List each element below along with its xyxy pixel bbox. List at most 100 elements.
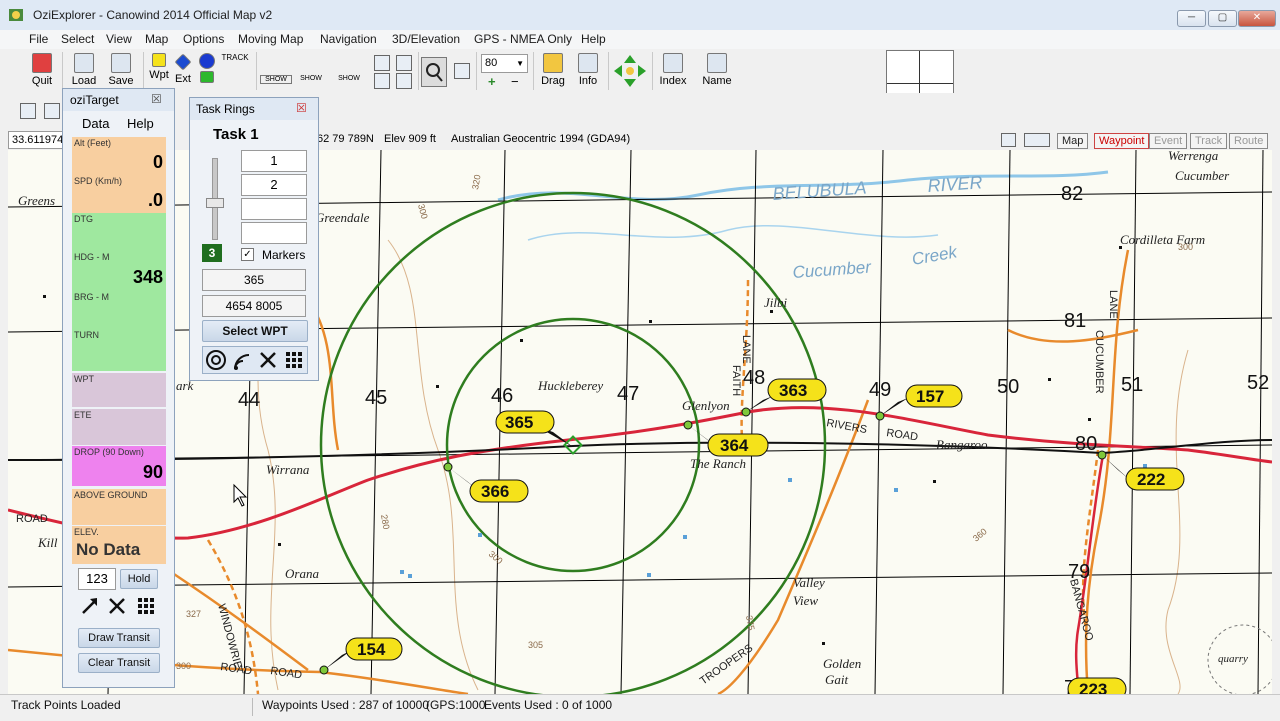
drag-button[interactable]: Drag <box>538 53 568 87</box>
field-label: DTG <box>74 214 93 224</box>
mouse-cursor-icon <box>233 483 248 507</box>
zoom-out-button[interactable]: − <box>511 74 519 89</box>
show-track-button[interactable]: SHOW <box>260 75 292 84</box>
ext-label: Ext <box>175 73 191 85</box>
menu-file[interactable]: File <box>29 32 48 46</box>
select-wpt-button[interactable]: Select WPT <box>202 320 308 342</box>
menu-3d-elevation[interactable]: 3D/Elevation <box>392 32 460 46</box>
ring-radius-2[interactable]: 2 <box>241 174 307 196</box>
menu-gps[interactable]: GPS - NMEA Only <box>474 32 572 46</box>
toolbar-separator <box>418 52 419 90</box>
waypoint-223[interactable]: 223 <box>1067 677 1127 694</box>
grid-reference-field[interactable]: 4654 8005 <box>202 295 306 317</box>
ring-radius-3[interactable] <box>241 198 307 220</box>
status-gps: (GPS:1000 <box>426 698 486 712</box>
mode-route[interactable]: Route <box>1229 133 1269 149</box>
waypoint-marker-icon <box>319 665 329 675</box>
mode-waypoint[interactable]: Waypoint <box>1094 133 1150 149</box>
menu-select[interactable]: Select <box>61 32 94 46</box>
wpt-button[interactable]: Wpt <box>148 53 170 81</box>
contour-label: 300 <box>487 549 505 566</box>
arrow-tool-icon[interactable] <box>79 595 101 617</box>
event-icon <box>199 53 215 69</box>
close-icon[interactable]: ☒ <box>151 92 162 106</box>
ring-radius-4[interactable] <box>241 222 307 244</box>
value-input[interactable]: 123 <box>78 568 116 590</box>
track-button[interactable]: TRACK <box>220 53 250 62</box>
ozi-menu-data[interactable]: Data <box>82 116 109 131</box>
field-label: Alt (Feet) <box>74 138 112 148</box>
keypad-icon[interactable] <box>283 349 305 371</box>
save-view-icon[interactable] <box>1024 133 1050 147</box>
ozi-menu-help[interactable]: Help <box>127 116 154 131</box>
road-label: LANE <box>1107 290 1119 319</box>
hold-button[interactable]: Hold <box>120 569 158 589</box>
window-zoom-icon[interactable] <box>454 63 470 79</box>
zoom-tool-button[interactable] <box>421 57 447 87</box>
show-routes-button[interactable]: SHOW <box>334 75 364 82</box>
line-icon-2[interactable] <box>396 73 412 89</box>
contour-label: 320 <box>470 174 482 191</box>
selected-waypoint-field[interactable]: 365 <box>202 269 306 291</box>
layer-icon[interactable] <box>374 55 390 71</box>
grid-number: 49 <box>869 379 891 401</box>
menu-navigation[interactable]: Navigation <box>320 32 377 46</box>
menu-help[interactable]: Help <box>581 32 606 46</box>
zoom-in-button[interactable]: + <box>488 74 496 89</box>
app-icon <box>9 9 23 21</box>
markers-checkbox[interactable]: ✓ <box>241 248 254 261</box>
zoom-select[interactable]: 80 ▼ <box>481 54 528 73</box>
tool-icon-2[interactable] <box>44 103 60 119</box>
menu-moving-map[interactable]: Moving Map <box>238 32 303 46</box>
clear-x-icon[interactable] <box>257 349 279 371</box>
load-button[interactable]: Load <box>70 53 98 87</box>
menu-bar: File Select View Map Options Moving Map … <box>0 30 1280 49</box>
mode-event[interactable]: Event <box>1149 133 1188 149</box>
maximize-button[interactable]: ▢ <box>1208 10 1237 27</box>
field-label: DROP (90 Down) <box>74 447 144 457</box>
minimize-button[interactable]: ─ <box>1177 10 1206 27</box>
toolbar-separator <box>608 52 609 90</box>
ext-button[interactable]: Ext <box>172 53 194 85</box>
pan-arrows-control[interactable] <box>612 53 648 89</box>
menu-options[interactable]: Options <box>183 32 224 46</box>
quit-label: Quit <box>31 75 53 87</box>
save-button[interactable]: Save <box>107 53 135 87</box>
layer-icon-2[interactable] <box>374 73 390 89</box>
quit-button[interactable]: Quit <box>28 53 56 87</box>
waypoint-222[interactable]: 222 <box>1097 450 1185 491</box>
close-button[interactable]: ✕ <box>1238 10 1276 27</box>
place-label: Cucumber <box>1175 168 1230 183</box>
info-button[interactable]: Info <box>574 53 602 87</box>
tool-icon-1[interactable] <box>20 103 36 119</box>
menu-view[interactable]: View <box>106 32 132 46</box>
quit-icon <box>32 53 52 73</box>
clear-x-icon[interactable] <box>106 595 128 617</box>
target-rings-icon[interactable] <box>205 349 227 371</box>
waypoint-154[interactable]: 154 <box>319 637 403 675</box>
toolbar-separator <box>652 52 653 90</box>
line-icon[interactable] <box>396 55 412 71</box>
ring-slider-thumb[interactable] <box>206 198 224 208</box>
contour-label: 300 <box>176 661 191 671</box>
index-icon <box>663 53 683 73</box>
place-label: Valley <box>793 575 825 590</box>
close-icon[interactable]: ☒ <box>296 101 307 115</box>
mode-track[interactable]: Track <box>1190 133 1228 149</box>
field-label: SPD (Km/h) <box>74 176 123 186</box>
map-view-icon[interactable] <box>1001 133 1016 147</box>
waypoint-label: 222 <box>1137 470 1165 489</box>
show-waypoints-button[interactable]: SHOW <box>296 75 326 82</box>
name-button[interactable]: Name <box>701 53 733 87</box>
menu-map[interactable]: Map <box>145 32 168 46</box>
index-button[interactable]: Index <box>657 53 689 87</box>
signal-arcs-icon[interactable] <box>231 349 253 371</box>
creek-label: Creek <box>910 242 959 269</box>
keypad-icon[interactable] <box>134 595 156 617</box>
event-button[interactable] <box>196 53 218 85</box>
ring-radius-1[interactable]: 1 <box>241 150 307 172</box>
waypoint-marker-icon <box>741 407 751 417</box>
clear-transit-button[interactable]: Clear Transit <box>78 653 160 673</box>
mode-map[interactable]: Map <box>1057 133 1089 149</box>
draw-transit-button[interactable]: Draw Transit <box>78 628 160 648</box>
